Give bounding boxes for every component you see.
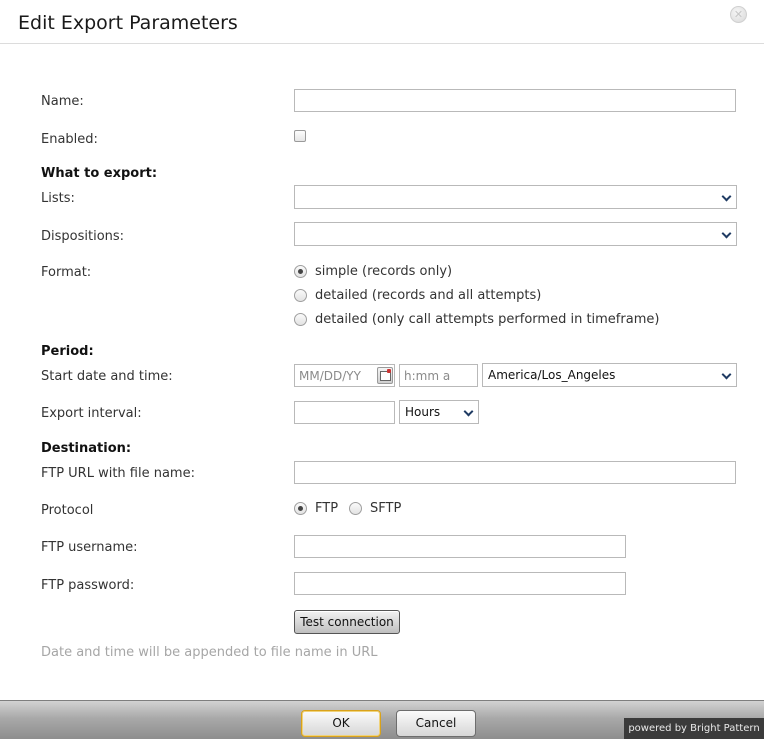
what-to-export-heading: What to export:	[41, 166, 158, 181]
close-icon[interactable]: ✕	[730, 6, 747, 23]
chevron-down-icon[interactable]	[718, 223, 736, 245]
format-option-label: detailed (records and all attempts)	[315, 288, 542, 303]
dialog-title: Edit Export Parameters	[18, 12, 238, 34]
ftp-password-label: FTP password:	[41, 578, 135, 593]
chevron-down-icon[interactable]	[718, 186, 736, 208]
enabled-label: Enabled:	[41, 132, 98, 147]
radio-button[interactable]	[294, 289, 307, 302]
dispositions-label: Dispositions:	[41, 229, 125, 244]
lists-select[interactable]	[294, 185, 737, 209]
enabled-checkbox[interactable]	[294, 130, 306, 142]
export-interval-label: Export interval:	[41, 406, 142, 421]
period-heading: Period:	[41, 344, 94, 359]
radio-button[interactable]	[349, 502, 362, 515]
ftp-password-input[interactable]	[294, 572, 626, 595]
chevron-down-icon[interactable]	[718, 364, 736, 386]
title-divider	[0, 43, 764, 44]
radio-button[interactable]	[294, 313, 307, 326]
ftp-url-input[interactable]	[294, 461, 736, 484]
dispositions-select[interactable]	[294, 222, 737, 246]
protocol-option-ftp[interactable]: FTP	[294, 501, 338, 516]
start-date-label: Start date and time:	[41, 369, 173, 384]
cancel-button[interactable]: Cancel	[396, 710, 476, 737]
radio-button[interactable]	[294, 265, 307, 278]
chevron-down-icon[interactable]	[460, 401, 478, 423]
interval-unit-select[interactable]: Hours	[399, 400, 479, 424]
calendar-icon[interactable]	[377, 367, 393, 384]
protocol-option-sftp[interactable]: SFTP	[349, 501, 401, 516]
ftp-url-label: FTP URL with file name:	[41, 466, 195, 481]
name-label: Name:	[41, 94, 84, 109]
format-option-simple[interactable]: simple (records only)	[294, 264, 452, 279]
format-option-label: detailed (only call attempts performed i…	[315, 312, 660, 327]
interval-unit-value: Hours	[405, 405, 441, 419]
ftp-username-input[interactable]	[294, 535, 626, 558]
format-option-label: simple (records only)	[315, 264, 453, 279]
name-input[interactable]	[294, 89, 736, 112]
timezone-select[interactable]: America/Los_Angeles	[482, 363, 737, 387]
start-date-field[interactable]	[294, 364, 395, 387]
ok-button[interactable]: OK	[301, 710, 381, 737]
url-hint-text: Date and time will be appended to file n…	[41, 645, 378, 660]
protocol-option-label: SFTP	[370, 501, 402, 516]
format-option-detailed[interactable]: detailed (records and all attempts)	[294, 288, 541, 303]
protocol-label: Protocol	[41, 503, 94, 518]
destination-heading: Destination:	[41, 441, 132, 456]
start-time-input[interactable]	[399, 364, 478, 387]
test-connection-button[interactable]: Test connection	[294, 610, 400, 634]
start-date-input[interactable]	[295, 365, 375, 386]
protocol-option-label: FTP	[315, 501, 339, 516]
lists-label: Lists:	[41, 191, 75, 206]
format-label: Format:	[41, 265, 92, 280]
export-interval-input[interactable]	[294, 401, 395, 424]
powered-by-text: powered by Bright Pattern	[624, 718, 764, 739]
timezone-select-value: America/Los_Angeles	[488, 368, 616, 382]
ftp-username-label: FTP username:	[41, 540, 138, 555]
radio-button[interactable]	[294, 502, 307, 515]
format-option-detailed-timeframe[interactable]: detailed (only call attempts performed i…	[294, 312, 659, 327]
